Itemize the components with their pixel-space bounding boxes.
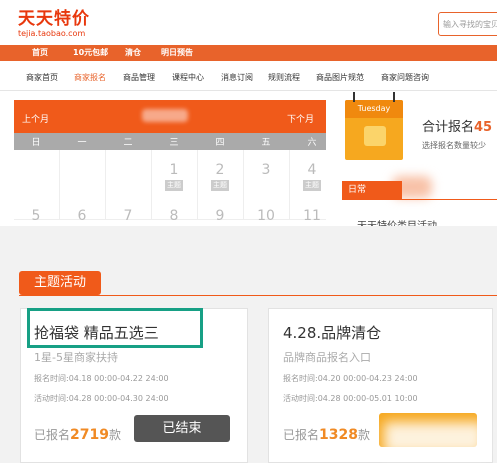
subnav-signup[interactable]: 商家报名 [74, 72, 106, 83]
calendar-day[interactable]: 5 [14, 208, 58, 224]
ended-button[interactable]: 已结束 [134, 415, 230, 442]
theme-section-title: 主题活动 [19, 271, 101, 295]
event-time: 活动时间:04.28 00:00-05.01 10:00 [283, 394, 418, 403]
topnav-home[interactable]: 首页 [32, 47, 48, 58]
weekday: 一 [77, 138, 87, 148]
calendar-grid: 1 2 3 4 主题 主题 主题 5 6 7 8 9 10 11 [14, 150, 326, 224]
sub-nav: 商家首页 商家报名 商品管理 课程中心 消息订阅 规则流程 商品图片规范 商家问… [0, 61, 497, 91]
theme-tag: 主题 [303, 180, 321, 191]
day-number-block [364, 126, 386, 146]
card-subtitle: 1星-5星商家扶持 [34, 351, 118, 364]
calendar-day[interactable]: 10 [244, 208, 288, 224]
next-month-button[interactable]: 下个月 [287, 112, 314, 125]
weekday-label: Tuesday [345, 100, 403, 118]
card-subtitle: 品牌商品报名入口 [283, 351, 371, 364]
top-nav: 首页 10元包邮 清仓 明日预告 [0, 45, 497, 61]
divider [342, 199, 497, 200]
calendar-day[interactable]: 4 [290, 162, 334, 178]
search-input[interactable]: 输入寻找的宝贝 [438, 12, 497, 36]
site-logo[interactable]: 天天特价 tejia.taobao.com [18, 10, 90, 38]
weekday: 二 [123, 138, 133, 148]
pin-icon [353, 92, 355, 102]
calendar-day[interactable]: 7 [106, 208, 150, 224]
calendar-day[interactable]: 3 [244, 162, 288, 178]
subnav-image-spec[interactable]: 商品图片规范 [316, 72, 364, 83]
subnav-subscribe[interactable]: 消息订阅 [221, 72, 253, 83]
weekday-row: 日 一 二 三 四 五 六 [14, 133, 326, 150]
topnav-free-shipping[interactable]: 10元包邮 [73, 47, 108, 58]
weekday: 日 [31, 138, 41, 148]
calendar-day-icon: Tuesday [345, 92, 403, 160]
subnav-merchant-home[interactable]: 商家首页 [26, 72, 58, 83]
subnav-faq[interactable]: 商家问题咨询 [381, 72, 429, 83]
calendar-day[interactable]: 8 [152, 208, 196, 224]
calendar: 上个月 下个月 日 一 二 三 四 五 六 1 2 3 4 主题 主题 主题 5… [14, 100, 326, 224]
blurred-region [384, 422, 484, 454]
page: 天天特价 tejia.taobao.com 输入寻找的宝贝 首页 10元包邮 清… [0, 0, 497, 463]
logo-domain: tejia.taobao.com [18, 29, 86, 38]
signup-hint: 选择报名数量较少 [422, 141, 486, 150]
event-time: 活动时间:04.28 00:00-04.30 24:00 [34, 394, 169, 403]
calendar-header: 上个月 下个月 [14, 100, 326, 133]
subnav-goods[interactable]: 商品管理 [123, 72, 155, 83]
subnav-courses[interactable]: 课程中心 [172, 72, 204, 83]
weekday: 六 [307, 138, 317, 148]
theme-tag: 主题 [165, 180, 183, 191]
topnav-preview[interactable]: 明日预告 [161, 47, 193, 58]
pin-icon [393, 92, 395, 102]
current-month-label [142, 109, 188, 122]
signup-time: 报名时间:04.18 00:00-04.22 24:00 [34, 374, 169, 383]
signup-count: 已报名2719款 [34, 427, 121, 443]
calendar-day[interactable]: 6 [60, 208, 104, 224]
weekday: 三 [169, 138, 179, 148]
daily-tab[interactable]: 日常 [342, 181, 402, 200]
weekday: 四 [215, 138, 225, 148]
divider [19, 295, 497, 296]
weekday: 五 [261, 138, 271, 148]
card-title[interactable]: 4.28.品牌清仓 [283, 322, 381, 343]
calendar-day[interactable]: 1 [152, 162, 196, 178]
calendar-day[interactable]: 2 [198, 162, 242, 178]
calendar-day[interactable]: 11 [290, 208, 334, 224]
highlight-box [27, 308, 203, 348]
calendar-day[interactable]: 9 [198, 208, 242, 224]
theme-tag: 主题 [211, 180, 229, 191]
signup-total: 合计报名45 [422, 120, 493, 135]
signup-count: 已报名1328款 [283, 427, 370, 443]
signup-time: 报名时间:04.20 00:00-04.23 24:00 [283, 374, 418, 383]
subnav-rules[interactable]: 规则流程 [268, 72, 300, 83]
logo-title: 天天特价 [18, 9, 90, 29]
prev-month-button[interactable]: 上个月 [22, 112, 49, 125]
topnav-clearance[interactable]: 清仓 [125, 47, 141, 58]
